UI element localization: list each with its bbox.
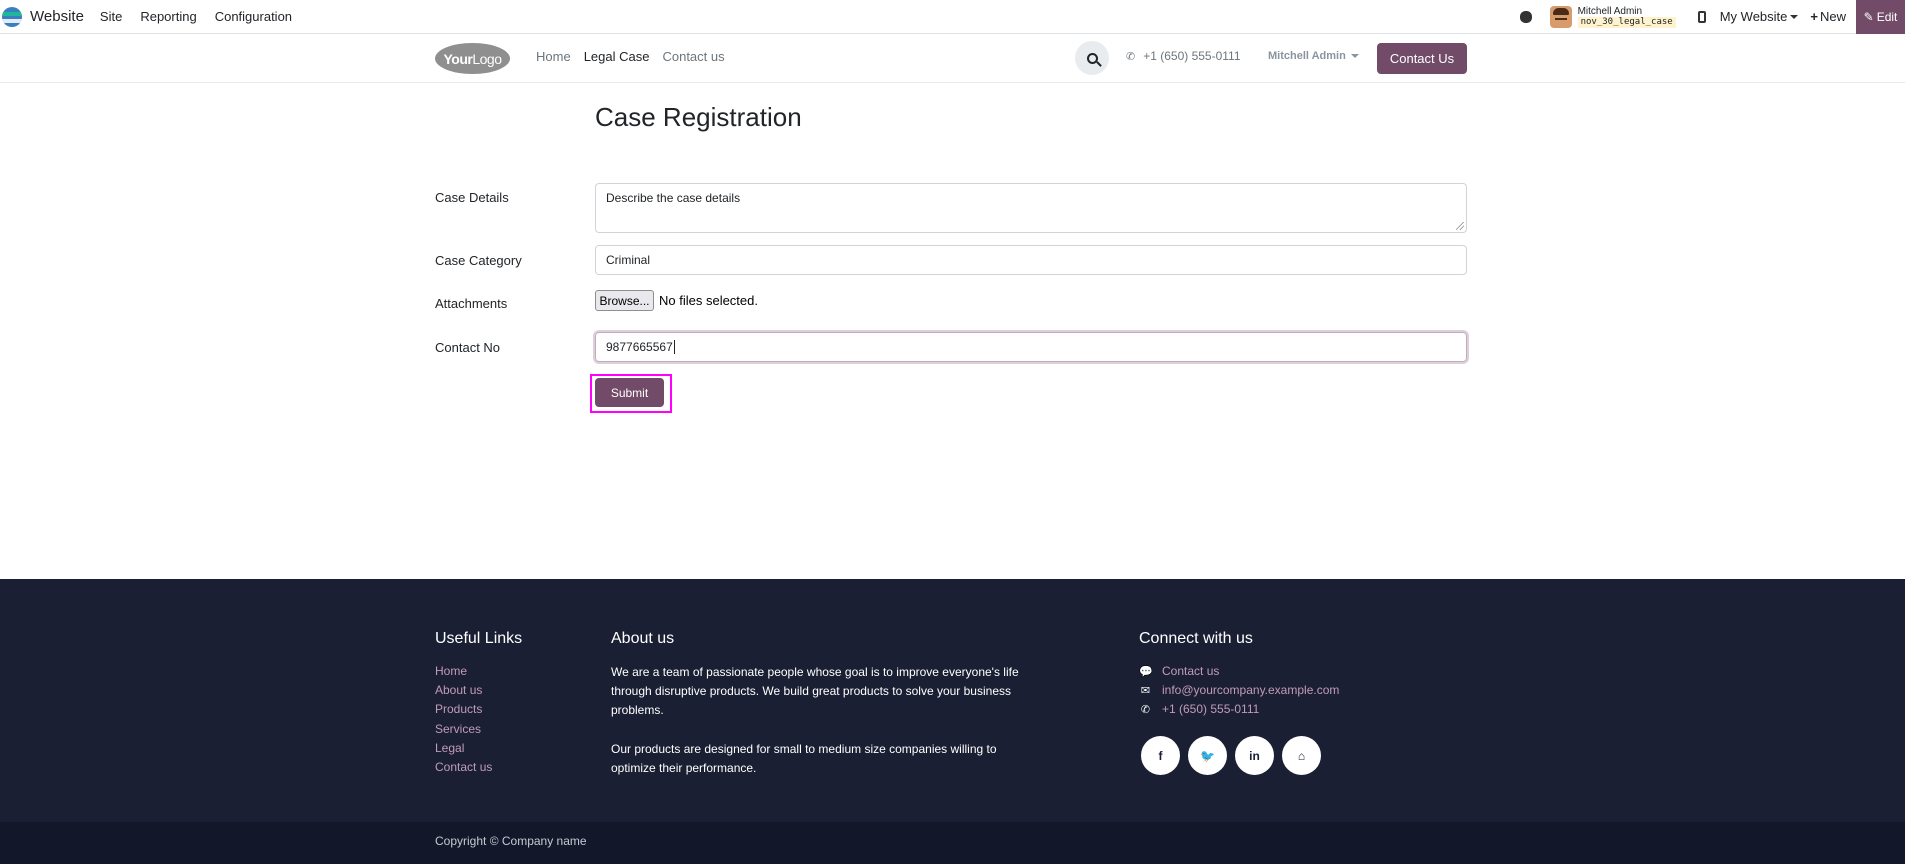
mobile-preview-icon[interactable] <box>1697 10 1706 23</box>
logo-text-thin: Logo <box>472 50 502 67</box>
submit-button[interactable]: Submit <box>595 378 664 407</box>
about-us-title: About us <box>611 630 675 647</box>
footer-email[interactable]: ✉ info@yourcompany.example.com <box>1139 683 1339 697</box>
header-phone-number: +1 (650) 555-0111 <box>1143 49 1241 63</box>
new-button[interactable]: + New <box>1810 9 1846 24</box>
case-category-label: Case Category <box>435 253 522 268</box>
menu-site[interactable]: Site <box>100 9 122 24</box>
footer-phone-number: +1 (650) 555-0111 <box>1162 702 1260 716</box>
nav-contact-us[interactable]: Contact us <box>662 49 724 64</box>
footer-contact-us[interactable]: 💬 Contact us <box>1139 664 1219 678</box>
footer-link-home[interactable]: Home <box>435 664 467 678</box>
case-details-textarea[interactable]: Describe the case details <box>595 183 1467 233</box>
user-dropdown-label: Mitchell Admin <box>1268 50 1346 62</box>
phone-icon: ✆ <box>1140 703 1151 716</box>
browse-button[interactable]: Browse... <box>595 290 654 311</box>
menu-configuration[interactable]: Configuration <box>215 9 292 24</box>
phone-icon: ✆ <box>1126 50 1136 63</box>
facebook-icon[interactable]: f <box>1141 736 1180 775</box>
admin-bar: Website Site Reporting Configuration Mit… <box>0 0 1905 34</box>
edit-label: Edit <box>1876 9 1898 24</box>
linkedin-icon[interactable]: in <box>1235 736 1274 775</box>
database-name: nov_30_legal_case <box>1577 16 1676 28</box>
site-header: Your Logo Home Legal Case Contact us ✆ +1… <box>0 34 1905 83</box>
my-website-dropdown[interactable]: My Website <box>1720 9 1799 24</box>
connect-title: Connect with us <box>1139 630 1253 647</box>
footer-email-address: info@yourcompany.example.com <box>1162 683 1340 697</box>
envelope-icon: ✉ <box>1140 684 1151 697</box>
no-files-text: No files selected. <box>659 293 758 308</box>
debug-bug-icon[interactable] <box>1519 10 1532 23</box>
app-name[interactable]: Website <box>30 8 84 25</box>
user-name: Mitchell Admin <box>1577 5 1643 17</box>
contact-no-input[interactable]: 9877665567 <box>595 332 1467 362</box>
contact-no-label: Contact No <box>435 340 501 355</box>
my-website-label: My Website <box>1719 9 1788 24</box>
footer-link-services[interactable]: Services <box>435 722 481 736</box>
main-nav: Home Legal Case Contact us <box>536 49 725 64</box>
about-paragraph-2: Our products are designed for small to m… <box>611 742 997 775</box>
about-paragraph-1: We are a team of passionate people whose… <box>611 665 1019 717</box>
chat-bubble-icon: 💬 <box>1139 665 1153 678</box>
logo-text-bold: Your <box>443 50 473 67</box>
case-category-value: Criminal <box>606 253 651 267</box>
user-avatar[interactable] <box>1549 5 1572 28</box>
admin-brand[interactable]: Website <box>0 6 100 27</box>
nav-home[interactable]: Home <box>536 49 571 64</box>
chevron-down-icon <box>1350 54 1359 58</box>
plus-icon: + <box>1810 9 1818 24</box>
footer-phone[interactable]: ✆ +1 (650) 555-0111 <box>1139 702 1259 716</box>
admin-bar-right: Mitchell Admin nov_30_legal_case My Webs… <box>1519 0 1905 34</box>
contact-us-button[interactable]: Contact Us <box>1377 43 1467 74</box>
header-phone[interactable]: ✆ +1 (650) 555-0111 <box>1126 49 1241 63</box>
footer-link-about-us[interactable]: About us <box>435 683 482 697</box>
footer-contact-us-label: Contact us <box>1162 664 1220 678</box>
copyright-text: Copyright © Company name <box>435 834 587 848</box>
contact-no-value: 9877665567 <box>606 340 673 354</box>
odoo-app-icon[interactable] <box>2 6 22 27</box>
footer-link-contact-us[interactable]: Contact us <box>435 760 492 774</box>
footer-link-legal[interactable]: Legal <box>435 741 464 755</box>
case-details-text: Describe the case details <box>606 191 741 205</box>
user-menu[interactable]: Mitchell Admin nov_30_legal_case <box>1577 5 1676 28</box>
home-icon[interactable]: ⌂ <box>1282 736 1321 775</box>
attachments-label: Attachments <box>435 296 508 311</box>
copyright-bar: Copyright © Company name <box>0 822 1905 864</box>
search-button[interactable] <box>1075 41 1109 75</box>
nav-legal-case[interactable]: Legal Case <box>584 49 650 64</box>
new-label: New <box>1819 9 1846 24</box>
chevron-down-icon <box>1790 14 1799 19</box>
case-category-input[interactable]: Criminal <box>595 245 1467 275</box>
pencil-icon: ✎ <box>1863 9 1874 24</box>
case-details-label: Case Details <box>435 190 509 205</box>
text-cursor <box>673 340 675 354</box>
edit-button[interactable]: ✎ Edit <box>1856 0 1905 34</box>
useful-links-title: Useful Links <box>435 630 523 647</box>
site-logo[interactable]: Your Logo <box>435 43 510 74</box>
twitter-icon[interactable]: 🐦 <box>1188 736 1227 775</box>
menu-reporting[interactable]: Reporting <box>140 9 196 24</box>
footer-link-products[interactable]: Products <box>435 702 482 716</box>
resize-handle-icon[interactable] <box>1456 222 1464 230</box>
user-dropdown[interactable]: Mitchell Admin <box>1268 50 1359 62</box>
page-title: Case Registration <box>595 102 802 132</box>
search-icon <box>1086 52 1098 64</box>
